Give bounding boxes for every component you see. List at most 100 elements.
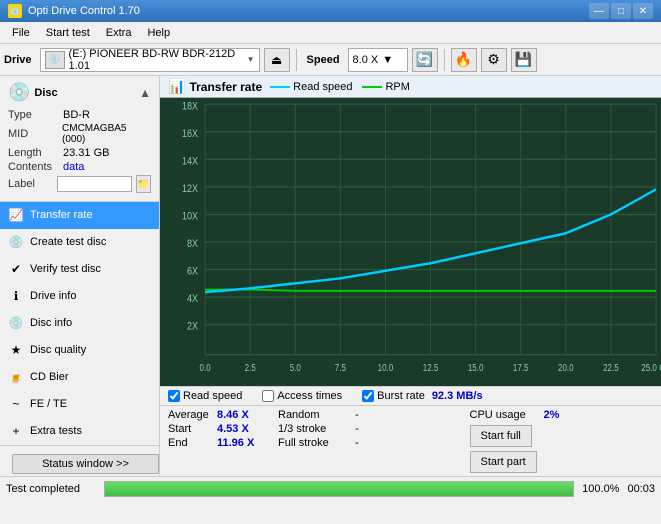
label-label: Label — [8, 178, 53, 190]
start-label: Start — [168, 423, 213, 435]
create-test-disc-icon: 💿 — [8, 234, 24, 250]
minimize-button[interactable]: — — [589, 3, 609, 19]
stroke13-stat-row: 1/3 stroke - — [278, 422, 462, 436]
title-bar: 💿 Opti Drive Control 1.70 — □ ✕ — [0, 0, 661, 22]
legend-read-speed: Read speed — [270, 81, 352, 93]
contents-label: Contents — [8, 161, 63, 173]
cd-bier-icon: 🍺 — [8, 369, 24, 385]
svg-text:0.0: 0.0 — [200, 362, 211, 373]
access-times-checkbox[interactable] — [262, 390, 274, 402]
separator2 — [444, 49, 445, 71]
transfer-rate-icon: 📈 — [8, 207, 24, 223]
disc-info-panel: 💿 Disc ▲ Type BD-R MID CMCMAGBA5 (000) L… — [0, 76, 159, 202]
average-value: 8.46 X — [217, 409, 262, 421]
end-label: End — [168, 437, 213, 449]
start-stat-row: Start 4.53 X — [168, 422, 262, 436]
start-value: 4.53 X — [217, 423, 262, 435]
drive-label: Drive — [4, 54, 36, 66]
disc-collapse-arrow[interactable]: ▲ — [139, 86, 151, 100]
mid-label: MID — [8, 128, 62, 140]
stroke13-value: - — [347, 423, 367, 435]
svg-text:2.5: 2.5 — [245, 362, 256, 373]
save-button[interactable]: 💾 — [511, 48, 537, 72]
type-value: BD-R — [63, 109, 90, 121]
nav-drive-info-label: Drive info — [30, 290, 76, 302]
nav-create-test-disc[interactable]: 💿 Create test disc — [0, 229, 159, 256]
svg-text:10X: 10X — [182, 211, 198, 223]
type-label: Type — [8, 109, 63, 121]
burst-rate-checkbox-row: Burst rate 92.3 MB/s — [362, 390, 482, 402]
svg-text:14X: 14X — [182, 156, 198, 168]
disc-info-icon: 💿 — [8, 315, 24, 331]
chart-title-text: Transfer rate — [189, 80, 262, 94]
progress-bar-fill — [105, 482, 573, 496]
app-icon: 💿 — [8, 4, 22, 18]
burn-button[interactable]: 🔥 — [451, 48, 477, 72]
svg-text:2X: 2X — [187, 321, 198, 333]
label-input[interactable] — [57, 176, 132, 192]
drive-name: (E:) PIONEER BD-RW BDR-212D 1.01 — [69, 48, 243, 72]
nav-transfer-rate-label: Transfer rate — [30, 209, 93, 221]
end-stat-row: End 11.96 X — [168, 436, 262, 450]
menu-help[interactable]: Help — [139, 25, 178, 41]
start-part-button[interactable]: Start part — [470, 451, 537, 473]
nav-disc-quality[interactable]: ★ Disc quality — [0, 337, 159, 364]
speed-selector[interactable]: 8.0 X ▼ — [348, 48, 408, 72]
nav-cd-bier[interactable]: 🍺 CD Bier — [0, 364, 159, 391]
nav-transfer-rate[interactable]: 📈 Transfer rate — [0, 202, 159, 229]
svg-text:8X: 8X — [187, 238, 198, 250]
svg-text:17.5: 17.5 — [513, 362, 529, 373]
full-stroke-value: - — [347, 437, 367, 449]
access-times-checkbox-label: Access times — [277, 390, 342, 402]
nav-verify-test-disc[interactable]: ✔ Verify test disc — [0, 256, 159, 283]
start-full-button[interactable]: Start full — [470, 425, 532, 447]
nav-fe-te[interactable]: ~ FE / TE — [0, 391, 159, 418]
random-label: Random — [278, 409, 343, 421]
chart-icon: 📊 — [168, 78, 185, 95]
random-value: - — [347, 409, 367, 421]
separator — [296, 49, 297, 71]
length-value: 23.31 GB — [63, 147, 109, 159]
content-area: 📊 Transfer rate Read speed RPM — [160, 76, 661, 476]
svg-text:18X: 18X — [182, 100, 198, 112]
nav-drive-info[interactable]: ℹ Drive info — [0, 283, 159, 310]
menu-file[interactable]: File — [4, 25, 38, 41]
progress-time: 00:03 — [627, 483, 655, 495]
legend-read-speed-color — [270, 86, 290, 88]
label-browse-button[interactable]: 📁 — [136, 175, 151, 193]
cpu-value: 2% — [544, 409, 560, 421]
drive-info-icon: ℹ — [8, 288, 24, 304]
nav-extra-tests[interactable]: + Extra tests — [0, 418, 159, 445]
drive-dropdown-arrow: ▼ — [247, 55, 255, 64]
eject-button[interactable]: ⏏ — [264, 48, 290, 72]
nav-section: 📈 Transfer rate 💿 Create test disc ✔ Ver… — [0, 202, 159, 445]
legend-rpm: RPM — [362, 81, 409, 93]
cpu-label: CPU usage — [470, 409, 540, 421]
fullstroke-stat-row: Full stroke - — [278, 436, 462, 450]
chart-header: 📊 Transfer rate Read speed RPM — [160, 76, 661, 98]
status-window-button[interactable]: Status window >> — [12, 454, 159, 474]
nav-cd-bier-label: CD Bier — [30, 371, 69, 383]
maximize-button[interactable]: □ — [611, 3, 631, 19]
burst-rate-checkbox-label: Burst rate — [377, 390, 425, 402]
menu-start-test[interactable]: Start test — [38, 25, 98, 41]
close-button[interactable]: ✕ — [633, 3, 653, 19]
svg-text:7.5: 7.5 — [335, 362, 346, 373]
svg-text:16X: 16X — [182, 128, 198, 140]
speed-dropdown-arrow: ▼ — [382, 54, 393, 66]
drive-selector[interactable]: 💿 (E:) PIONEER BD-RW BDR-212D 1.01 ▼ — [40, 48, 260, 72]
svg-text:25.0 GB: 25.0 GB — [641, 362, 661, 373]
menu-extra[interactable]: Extra — [98, 25, 140, 41]
nav-disc-info[interactable]: 💿 Disc info — [0, 310, 159, 337]
svg-text:6X: 6X — [187, 266, 198, 278]
fe-te-icon: ~ — [8, 396, 24, 412]
burst-rate-checkbox[interactable] — [362, 390, 374, 402]
read-speed-checkbox[interactable] — [168, 390, 180, 402]
bottom-stats: Read speed Access times Burst rate 92.3 … — [160, 386, 661, 476]
settings-button[interactable]: ⚙ — [481, 48, 507, 72]
refresh-button[interactable]: 🔄 — [412, 48, 438, 72]
cpu-stat-row: CPU usage 2% — [470, 408, 654, 422]
chart-legend: Read speed RPM — [270, 81, 410, 93]
contents-value: data — [63, 161, 84, 173]
svg-text:20.0: 20.0 — [558, 362, 574, 373]
